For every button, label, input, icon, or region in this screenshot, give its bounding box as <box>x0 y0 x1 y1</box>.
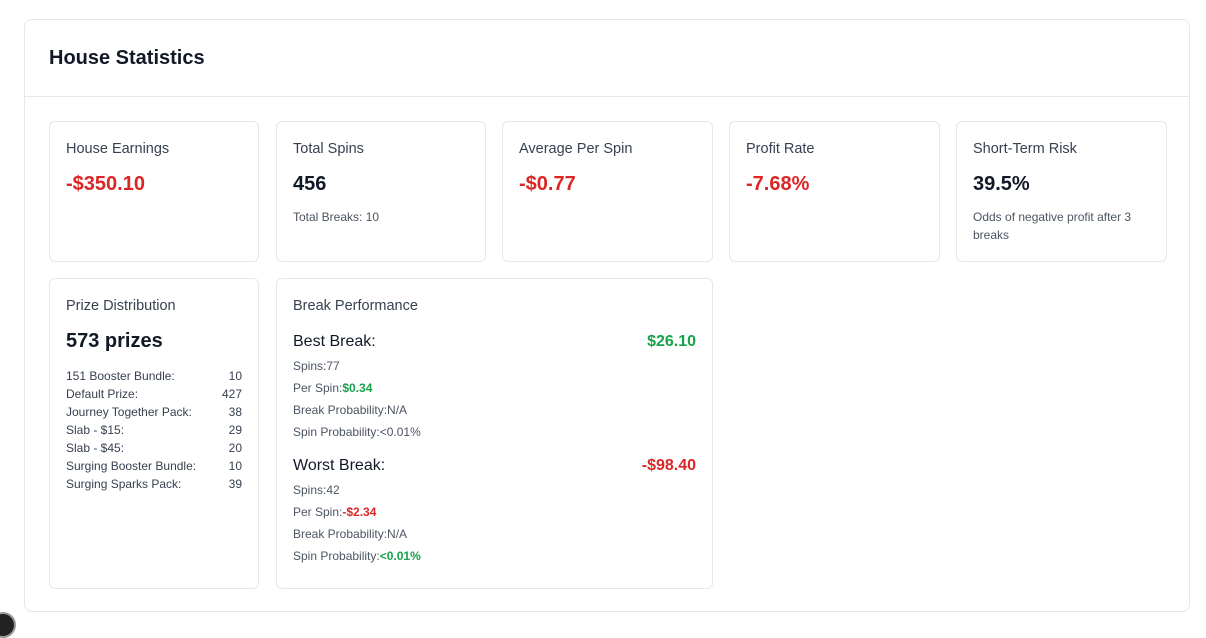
average-per-spin-value: -$0.77 <box>519 173 576 195</box>
panel-title: House Statistics <box>49 46 205 69</box>
worst-break-header: Worst Break: -$98.40 <box>293 457 696 475</box>
prize-name: Slab - $15: <box>66 423 125 437</box>
corner-widget-icon[interactable] <box>0 612 16 638</box>
best-break-per-spin: Per Spin:$0.34 <box>293 377 696 399</box>
worst-break-probability: Break Probability:N/A <box>293 523 696 545</box>
prize-name: 151 Booster Bundle: <box>66 369 175 383</box>
profit-rate-card: Profit Rate -7.68% <box>729 121 940 262</box>
best-spin-probability: Spin Probability:<0.01% <box>293 421 696 443</box>
prize-count: 39 <box>228 477 242 491</box>
short-term-risk-description: Odds of negative profit after 3 breaks <box>973 210 1132 242</box>
list-item: Surging Booster Bundle: 10 <box>66 457 242 475</box>
worst-break-spins: Spins:42 <box>293 479 696 501</box>
per-spin-label: Per Spin: <box>293 381 343 395</box>
best-break-spins: Spins:77 <box>293 355 696 377</box>
break-probability-label: Break Probability: <box>293 403 388 417</box>
profit-rate-value: -7.68% <box>746 173 810 195</box>
short-term-risk-card: Short-Term Risk 39.5% Odds of negative p… <box>956 121 1167 262</box>
spin-probability-label: Spin Probability: <box>293 549 380 563</box>
list-item: Default Prize: 427 <box>66 385 242 403</box>
prize-count: 10 <box>228 369 242 383</box>
spin-probability-label: Spin Probability: <box>293 425 380 439</box>
short-term-risk-value: 39.5% <box>973 173 1030 195</box>
list-item: Surging Sparks Pack: 39 <box>66 475 242 493</box>
prize-name: Slab - $45: <box>66 441 125 455</box>
break-performance-card: Break Performance Best Break: $26.10 Spi… <box>276 278 713 589</box>
prize-distribution-label: Prize Distribution <box>66 298 176 314</box>
prize-count: 20 <box>228 441 242 455</box>
house-statistics-panel: House Statistics House Earnings -$350.10… <box>24 19 1190 612</box>
short-term-risk-label: Short-Term Risk <box>973 141 1077 157</box>
prize-count: 38 <box>228 405 242 419</box>
average-per-spin-card: Average Per Spin -$0.77 <box>502 121 713 262</box>
best-break-value: $26.10 <box>647 333 696 350</box>
prize-list: 151 Booster Bundle: 10 Default Prize: 427 … <box>66 367 242 493</box>
worst-break-title: Worst Break: <box>293 457 386 474</box>
per-spin-label: Per Spin: <box>293 505 343 519</box>
house-earnings-card: House Earnings -$350.10 <box>49 121 259 262</box>
prize-name: Journey Together Pack: <box>66 405 192 419</box>
prize-distribution-card: Prize Distribution 573 prizes 151 Booste… <box>49 278 259 589</box>
total-breaks-text: Total Breaks: 10 <box>293 210 380 224</box>
list-item: Slab - $45: 20 <box>66 439 242 457</box>
prize-count: 29 <box>228 423 242 437</box>
list-item: Slab - $15: 29 <box>66 421 242 439</box>
best-break-probability: Break Probability:N/A <box>293 399 696 421</box>
prize-name: Surging Sparks Pack: <box>66 477 182 491</box>
worst-break-value: -$98.40 <box>641 457 696 474</box>
per-spin-value: $0.34 <box>342 381 373 395</box>
spins-label: Spins: <box>293 359 327 373</box>
prize-total: 573 prizes <box>66 330 163 352</box>
best-break-header: Best Break: $26.10 <box>293 333 696 351</box>
best-break-section: Best Break: $26.10 Spins:77 Per Spin:$0.… <box>293 333 696 443</box>
worst-break-section: Worst Break: -$98.40 Spins:42 Per Spin:-… <box>293 457 696 567</box>
list-item: Journey Together Pack: 38 <box>66 403 242 421</box>
total-spins-card: Total Spins 456 Total Breaks: 10 <box>276 121 486 262</box>
spins-value: 77 <box>326 359 340 373</box>
spin-probability-value: <0.01% <box>379 549 421 563</box>
per-spin-value: -$2.34 <box>342 505 377 519</box>
prize-count: 10 <box>228 459 242 473</box>
total-spins-label: Total Spins <box>293 141 364 157</box>
spins-label: Spins: <box>293 483 327 497</box>
break-performance-label: Break Performance <box>293 298 418 314</box>
worst-break-per-spin: Per Spin:-$2.34 <box>293 501 696 523</box>
house-earnings-label: House Earnings <box>66 141 170 157</box>
best-break-title: Best Break: <box>293 333 376 350</box>
break-probability-value: N/A <box>387 527 408 541</box>
worst-spin-probability: Spin Probability:<0.01% <box>293 545 696 567</box>
break-probability-label: Break Probability: <box>293 527 388 541</box>
prize-count: 427 <box>221 387 242 401</box>
break-probability-value: N/A <box>387 403 408 417</box>
profit-rate-label: Profit Rate <box>746 141 815 157</box>
prize-name: Surging Booster Bundle: <box>66 459 197 473</box>
panel-header: House Statistics <box>25 20 1189 97</box>
house-earnings-value: -$350.10 <box>66 173 145 195</box>
prize-name: Default Prize: <box>66 387 139 401</box>
total-spins-value: 456 <box>293 173 327 195</box>
list-item: 151 Booster Bundle: 10 <box>66 367 242 385</box>
spin-probability-value: <0.01% <box>379 425 421 439</box>
average-per-spin-label: Average Per Spin <box>519 141 633 157</box>
spins-value: 42 <box>326 483 340 497</box>
